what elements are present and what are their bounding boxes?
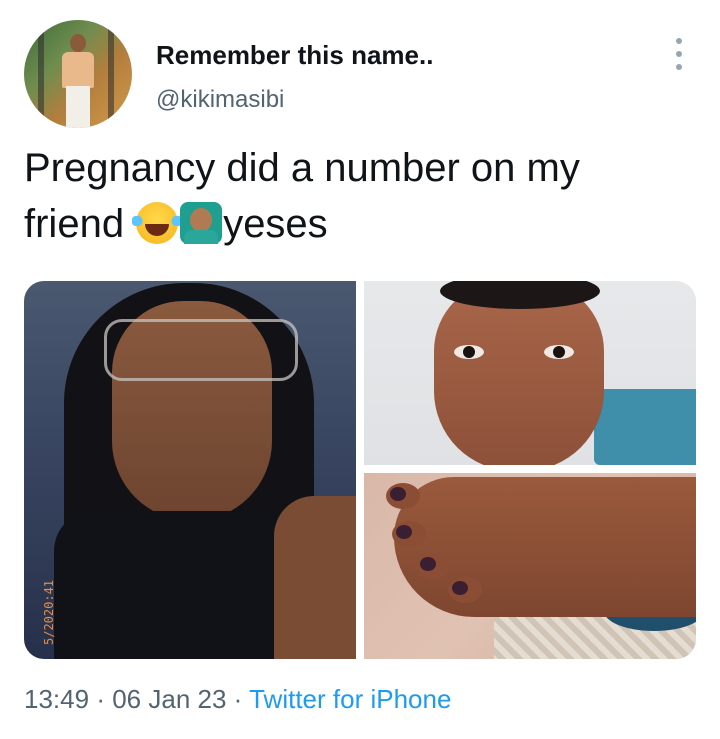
more-dot xyxy=(676,51,682,57)
avatar-background xyxy=(38,20,44,128)
meta-separator: · xyxy=(233,684,243,714)
photo-shoulder xyxy=(274,496,356,659)
photo-top-right[interactable] xyxy=(364,281,696,465)
tweet-date[interactable]: 06 Jan 23 xyxy=(112,684,226,714)
photo-toe xyxy=(416,553,450,579)
photo-eye xyxy=(544,345,574,359)
photo-grid: 5/2020:41 xyxy=(24,281,696,659)
more-dot xyxy=(676,38,682,44)
avatar-person xyxy=(70,34,86,52)
avatar-background xyxy=(108,20,114,128)
tweet-meta: 13:49 · 06 Jan 23 · Twitter for iPhone xyxy=(24,684,451,715)
photo-nail xyxy=(420,557,436,571)
photo-eye xyxy=(454,345,484,359)
photo-left[interactable]: 5/2020:41 xyxy=(24,281,356,659)
tweet-text-line1: Pregnancy did a number on my xyxy=(24,146,580,190)
avatar-person xyxy=(66,86,90,128)
more-dot xyxy=(676,64,682,70)
photo-nail xyxy=(396,525,412,539)
tweet-text: Pregnancy did a number on my friend yese… xyxy=(24,140,694,252)
more-options-icon[interactable] xyxy=(664,38,694,70)
photo-nail xyxy=(390,487,406,501)
photo-bottom-right[interactable] xyxy=(364,473,696,659)
photo-chair xyxy=(594,389,696,465)
tweet-text-word: friend xyxy=(24,202,125,246)
photo-timestamp: 5/2020:41 xyxy=(42,579,56,645)
tweet-time[interactable]: 13:49 xyxy=(24,684,89,714)
person-gesturing-no-icon xyxy=(180,202,223,244)
tweet-source-link[interactable]: Twitter for iPhone xyxy=(249,684,451,714)
photo-foot xyxy=(394,477,696,617)
display-name[interactable]: Remember this name.. xyxy=(156,40,433,71)
user-handle[interactable]: @kikimasibi xyxy=(156,86,284,114)
photo-nail xyxy=(452,581,468,595)
avatar[interactable] xyxy=(24,20,132,128)
avatar-person xyxy=(62,52,94,88)
photo-glasses xyxy=(104,319,298,381)
meta-separator: · xyxy=(96,684,105,714)
photo-toe xyxy=(386,483,420,509)
face-with-tears-of-joy-icon xyxy=(132,202,183,244)
photo-toe xyxy=(392,521,426,547)
photo-toe xyxy=(448,577,482,603)
tweet-text-tail: yeses xyxy=(223,202,328,246)
